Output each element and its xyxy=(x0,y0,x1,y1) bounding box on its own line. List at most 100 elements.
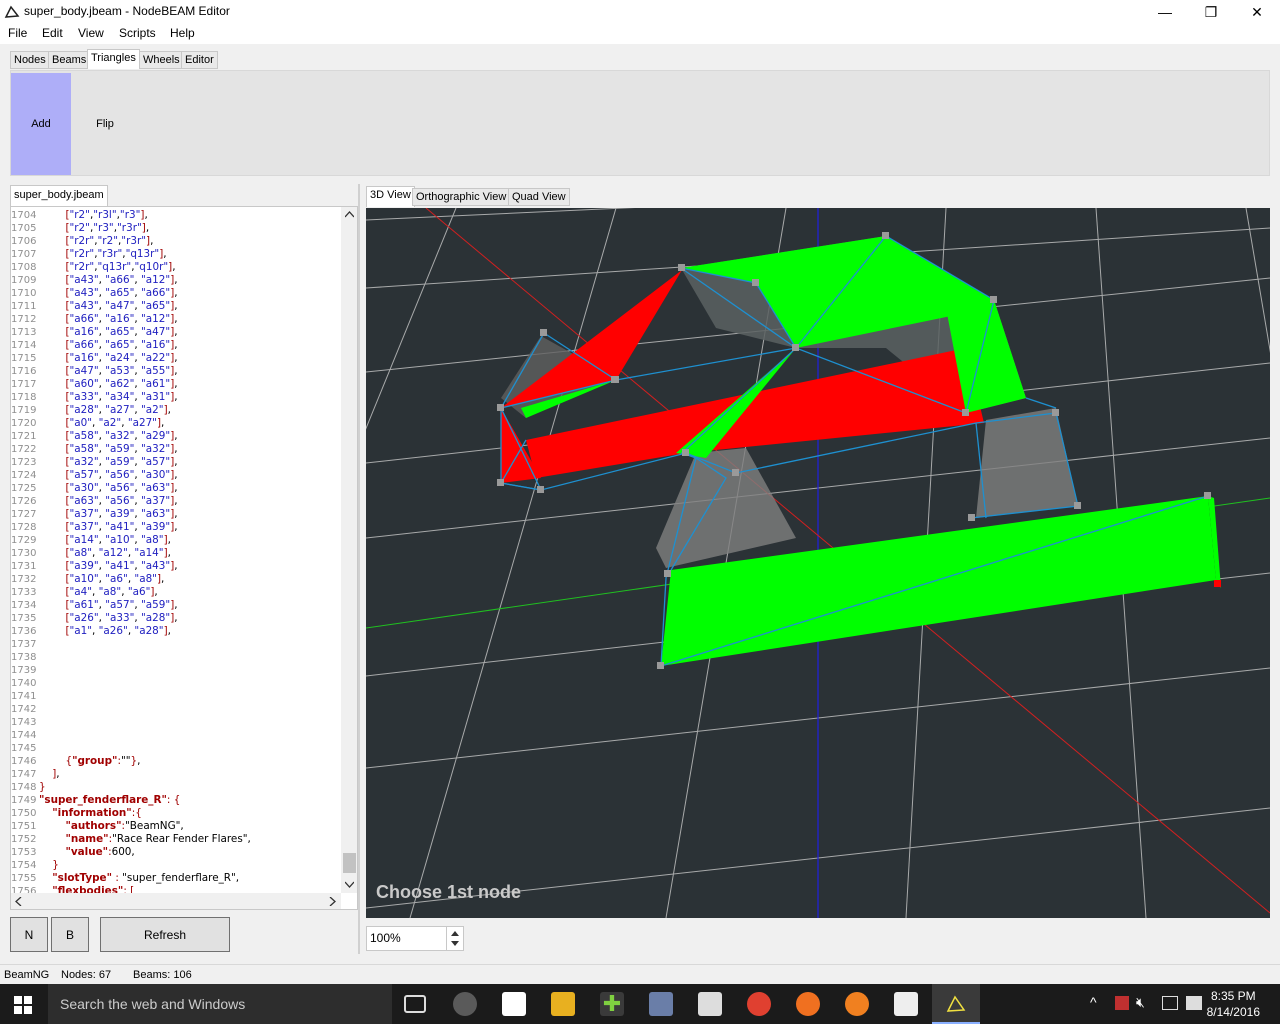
tab-editor[interactable]: Editor xyxy=(181,51,218,69)
code-line[interactable]: 1724 ["a57", "a56", "a30"], xyxy=(11,469,341,482)
line-text[interactable]: ["r2r","r3r","q13r"], xyxy=(39,248,166,260)
code-line[interactable]: 1704 ["r2","r3l","r3"], xyxy=(11,209,341,222)
code-lines[interactable]: 1704 ["r2","r3l","r3"], 1705 ["r2","r3","… xyxy=(11,209,341,893)
tab-wheels[interactable]: Wheels xyxy=(139,51,184,69)
line-text[interactable]: ["a58", "a59", "a32"], xyxy=(39,443,177,455)
code-line[interactable]: 1722 ["a58", "a59", "a32"], xyxy=(11,443,341,456)
code-line[interactable]: 1748} xyxy=(11,781,341,794)
code-line[interactable]: 1736 ["a1", "a26", "a28"], xyxy=(11,625,341,638)
line-text[interactable]: } xyxy=(39,781,46,793)
line-text[interactable]: ["a43", "a47", "a65"], xyxy=(39,300,177,312)
tray-security-icon[interactable] xyxy=(1115,996,1129,1010)
menu-file[interactable]: File xyxy=(8,26,27,40)
line-text[interactable]: ["a14", "a10", "a8"], xyxy=(39,534,171,546)
code-line[interactable]: 1716 ["a47", "a53", "a55"], xyxy=(11,365,341,378)
line-text[interactable]: ["r2","r3l","r3"], xyxy=(39,209,147,221)
media-app-icon[interactable] xyxy=(453,992,477,1016)
close-button[interactable]: ✕ xyxy=(1234,0,1280,24)
notification-icon[interactable] xyxy=(1186,996,1202,1010)
clock[interactable]: 8:35 PM 8/14/2016 xyxy=(1207,988,1260,1020)
code-line[interactable]: 1714 ["a66", "a65", "a16"], xyxy=(11,339,341,352)
blender-icon[interactable] xyxy=(845,992,869,1016)
line-text[interactable]: } xyxy=(39,859,59,871)
code-line[interactable]: 1752 "name":"Race Rear Fender Flares", xyxy=(11,833,341,846)
tab-orthographic-view[interactable]: Orthographic View xyxy=(412,188,511,206)
flip-button[interactable]: Flip xyxy=(85,73,125,175)
line-text[interactable]: ["a1", "a26", "a28"], xyxy=(39,625,171,637)
code-line[interactable]: 1756 "flexbodies": [ xyxy=(11,885,341,893)
code-line[interactable]: 1744 xyxy=(11,729,341,742)
line-text[interactable]: ["a37", "a41", "a39"], xyxy=(39,521,177,533)
code-line[interactable]: 1711 ["a43", "a47", "a65"], xyxy=(11,300,341,313)
line-text[interactable]: ["a43", "a65", "a66"], xyxy=(39,287,177,299)
code-line[interactable]: 1755 "slotType" : "super_fenderflare_R", xyxy=(11,872,341,885)
line-text[interactable]: ["a4", "a8", "a6"], xyxy=(39,586,157,598)
scroll-down-icon[interactable] xyxy=(345,881,354,888)
line-text[interactable]: ["a57", "a56", "a30"], xyxy=(39,469,177,481)
3d-viewport[interactable]: Choose 1st node xyxy=(366,208,1270,918)
zoom-up-icon[interactable] xyxy=(451,931,459,936)
code-line[interactable]: 1730 ["a8", "a12", "a14"], xyxy=(11,547,341,560)
code-line[interactable]: 1735 ["a26", "a33", "a28"], xyxy=(11,612,341,625)
code-line[interactable]: 1728 ["a37", "a41", "a39"], xyxy=(11,521,341,534)
zoom-value[interactable]: 100% xyxy=(370,931,401,945)
line-text[interactable]: {"group":""}, xyxy=(39,755,140,767)
scene-canvas[interactable] xyxy=(366,208,1270,918)
horizontal-scrollbar[interactable] xyxy=(11,893,341,909)
code-line[interactable]: 1726 ["a63", "a56", "a37"], xyxy=(11,495,341,508)
line-text[interactable]: ["a10", "a6", "a8"], xyxy=(39,573,164,585)
tab-beams[interactable]: Beams xyxy=(48,51,91,69)
code-line[interactable]: 1739 xyxy=(11,664,341,677)
line-text[interactable]: ["a16", "a65", "a47"], xyxy=(39,326,177,338)
code-line[interactable]: 1738 xyxy=(11,651,341,664)
zoom-down-icon[interactable] xyxy=(451,941,459,946)
code-line[interactable]: 1747 ], xyxy=(11,768,341,781)
selected-node-marker[interactable] xyxy=(1214,580,1221,587)
code-line[interactable]: 1707 ["r2r","r3r","q13r"], xyxy=(11,248,341,261)
nodebeam-taskbar-button[interactable] xyxy=(932,984,980,1024)
line-text[interactable]: ["a8", "a12", "a14"], xyxy=(39,547,171,559)
photos-icon[interactable] xyxy=(894,992,918,1016)
code-line[interactable]: 1719 ["a28", "a27", "a2"], xyxy=(11,404,341,417)
code-line[interactable]: 1733 ["a4", "a8", "a6"], xyxy=(11,586,341,599)
line-text[interactable]: "value":600, xyxy=(39,846,134,858)
origin-icon[interactable] xyxy=(796,992,820,1016)
scroll-up-icon[interactable] xyxy=(345,211,354,218)
refresh-button[interactable]: Refresh xyxy=(100,917,230,952)
code-line[interactable]: 1721 ["a58", "a32", "a29"], xyxy=(11,430,341,443)
code-line[interactable]: 1720 ["a0", "a2", "a27"], xyxy=(11,417,341,430)
line-text[interactable]: ["a63", "a56", "a37"], xyxy=(39,495,177,507)
line-text[interactable]: ["a28", "a27", "a2"], xyxy=(39,404,171,416)
maximize-button[interactable]: ❐ xyxy=(1188,0,1234,24)
line-text[interactable]: ], xyxy=(39,768,59,780)
taskbar-search-box[interactable]: Search the web and Windows xyxy=(48,984,392,1024)
file-explorer-icon[interactable] xyxy=(551,992,575,1016)
line-text[interactable]: "name":"Race Rear Fender Flares", xyxy=(39,833,250,845)
line-text[interactable]: ["a26", "a33", "a28"], xyxy=(39,612,177,624)
panel-splitter[interactable] xyxy=(358,184,360,954)
code-line[interactable]: 1709 ["a43", "a66", "a12"], xyxy=(11,274,341,287)
line-text[interactable]: ["r2r","r2","r3r"], xyxy=(39,235,153,247)
code-line[interactable]: 1705 ["r2","r3","r3r"], xyxy=(11,222,341,235)
code-line[interactable]: 1732 ["a10", "a6", "a8"], xyxy=(11,573,341,586)
line-text[interactable]: "information":{ xyxy=(39,807,142,819)
line-text[interactable]: "authors":"BeamNG", xyxy=(39,820,183,832)
code-line[interactable]: 1725 ["a30", "a56", "a63"], xyxy=(11,482,341,495)
menu-help[interactable]: Help xyxy=(170,26,195,40)
line-text[interactable]: ["a58", "a32", "a29"], xyxy=(39,430,177,442)
code-line[interactable]: 1734 ["a61", "a57", "a59"], xyxy=(11,599,341,612)
zoom-stepper[interactable] xyxy=(446,927,463,950)
zoom-spinbox[interactable]: 100% xyxy=(366,926,464,951)
line-text[interactable]: "slotType" : "super_fenderflare_R", xyxy=(39,872,239,884)
line-text[interactable]: ["a32", "a59", "a57"], xyxy=(39,456,177,468)
line-text[interactable]: ["r2r","q13r","q10r"], xyxy=(39,261,175,273)
code-line[interactable]: 1710 ["a43", "a65", "a66"], xyxy=(11,287,341,300)
chrome-icon[interactable] xyxy=(747,992,771,1016)
n-button[interactable]: N xyxy=(10,917,48,952)
editor-app-icon[interactable] xyxy=(649,992,673,1016)
task-view-icon[interactable] xyxy=(404,995,426,1013)
code-line[interactable]: 1750 "information":{ xyxy=(11,807,341,820)
code-line[interactable]: 1745 xyxy=(11,742,341,755)
tab-3d-view[interactable]: 3D View xyxy=(366,186,415,207)
code-line[interactable]: 1742 xyxy=(11,703,341,716)
